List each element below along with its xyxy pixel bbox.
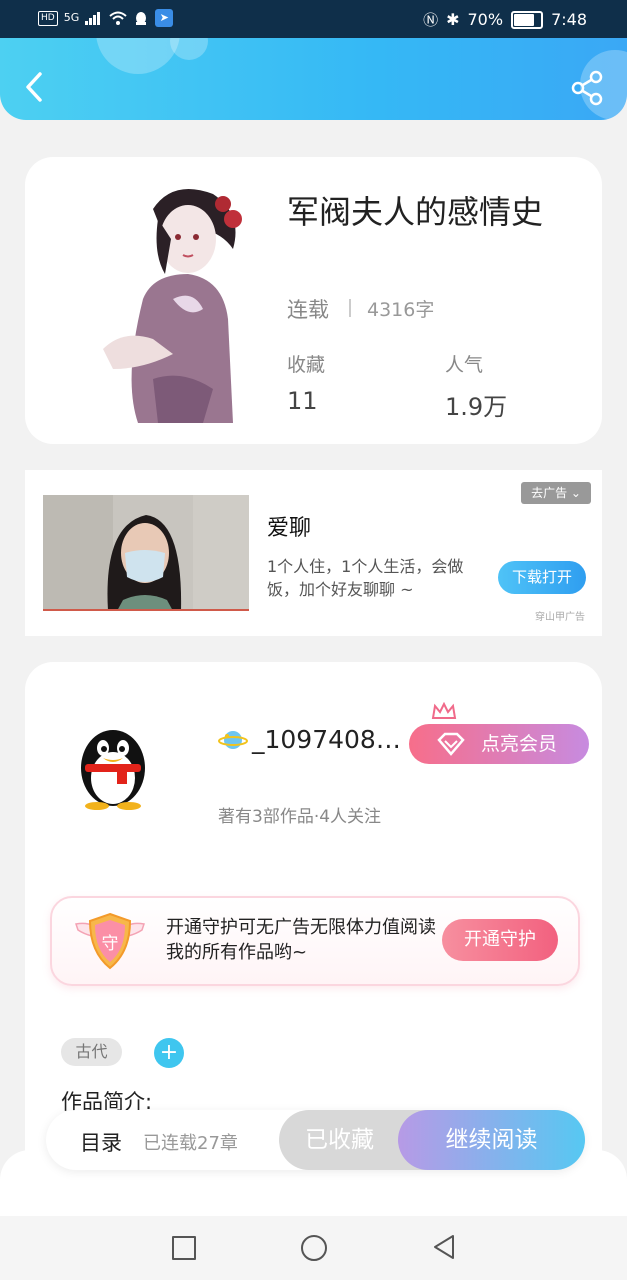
qq-notification-icon xyxy=(136,12,147,25)
cover-illustration xyxy=(83,179,263,423)
status-time: 7:48 xyxy=(551,10,587,29)
word-count: 4316字 xyxy=(367,299,435,321)
remove-ad-button[interactable]: 去广告 ⌄ xyxy=(521,482,591,504)
guard-shield-char: 守 xyxy=(102,934,119,954)
vip-button[interactable]: 点亮会员 xyxy=(409,724,589,764)
guard-promo-box: 守 开通守护可无广告无限体力值阅读我的所有作品哟~ 开通守护 xyxy=(50,896,580,986)
status-right-icons: Ⓝ ✱ 70% 7:48 xyxy=(423,9,587,30)
bottom-action-bar: 目录 已连载27章 已收藏 继续阅读 xyxy=(46,1110,585,1170)
battery-level xyxy=(514,13,534,26)
open-guard-button[interactable]: 开通守护 xyxy=(442,919,558,961)
chevron-left-icon xyxy=(26,72,42,102)
popularity-value: 1.9万 xyxy=(445,393,508,421)
ad-image[interactable] xyxy=(43,495,249,611)
qq-penguin-icon xyxy=(81,730,145,810)
battery-icon xyxy=(511,10,544,29)
recent-apps-button[interactable] xyxy=(172,1236,196,1260)
ad-description: 1个人住，1个人生活，会做饭，加个好友聊聊 ~ xyxy=(267,557,464,599)
ad-banner[interactable]: 爱聊 1个人住，1个人生活，会做饭，加个好友聊聊 ~ 去广告 ⌄ 下载打开 穿山… xyxy=(25,470,602,636)
nav-back-button[interactable] xyxy=(432,1234,456,1260)
back-button[interactable] xyxy=(20,70,50,104)
genre-tag[interactable]: 古代 xyxy=(61,1038,122,1066)
collected-label: 已收藏 xyxy=(305,1127,374,1153)
planet-icon xyxy=(218,730,248,749)
nfc-icon: Ⓝ xyxy=(423,11,439,29)
home-button[interactable] xyxy=(301,1235,327,1261)
popularity-label: 人气 xyxy=(445,354,484,376)
ad-title: 爱聊 xyxy=(267,516,312,541)
catalog-button[interactable]: 目录 xyxy=(80,1127,122,1157)
status-left-icons: HD 5G ➤ xyxy=(38,9,174,27)
serial-status: 连载 xyxy=(287,298,329,322)
add-tag-button[interactable]: + xyxy=(154,1038,184,1068)
app-notification-icon: ➤ xyxy=(155,9,174,27)
status-bar: HD 5G ➤ Ⓝ ✱ 70% 7:48 xyxy=(0,0,627,38)
author-name[interactable]: _1097408… xyxy=(218,725,401,754)
author-avatar[interactable] xyxy=(73,720,153,810)
hd-icon: HD xyxy=(38,10,58,26)
favorites-label: 收藏 xyxy=(287,354,326,376)
author-meta: 著有3部作品·4人关注 xyxy=(218,807,382,827)
ad-photo xyxy=(43,495,249,611)
divider xyxy=(349,299,351,317)
triangle-back-icon xyxy=(434,1235,454,1259)
share-icon xyxy=(571,70,603,106)
continue-reading-button[interactable]: 继续阅读 xyxy=(398,1110,585,1170)
bluetooth-icon: ✱ xyxy=(446,10,460,29)
share-button[interactable] xyxy=(570,70,606,106)
book-info-card: 军阀夫人的感情史 连载 4316字 收藏 11 人气 1.9万 xyxy=(25,157,602,444)
book-cover-image[interactable] xyxy=(83,179,263,423)
system-nav-bar xyxy=(0,1216,627,1280)
author-name-text: _1097408… xyxy=(252,725,401,754)
guard-promo-text: 开通守护可无广告无限体力值阅读我的所有作品哟~ xyxy=(166,917,436,963)
ad-source-label: 穿山甲广告 xyxy=(535,612,585,623)
signal-icon xyxy=(85,12,101,25)
favorites-value: 11 xyxy=(287,387,318,415)
book-title: 军阀夫人的感情史 xyxy=(287,193,544,231)
vip-button-label: 点亮会员 xyxy=(481,733,558,755)
network-type: 5G xyxy=(63,11,80,24)
wifi-icon xyxy=(109,11,127,25)
battery-percent: 70% xyxy=(467,10,504,29)
crown-icon xyxy=(431,702,457,719)
chapter-count: 已连载27章 xyxy=(143,1133,238,1154)
guard-shield-icon: 守 xyxy=(75,912,145,970)
ad-download-button[interactable]: 下载打开 xyxy=(498,561,586,594)
diamond-icon xyxy=(437,732,465,756)
